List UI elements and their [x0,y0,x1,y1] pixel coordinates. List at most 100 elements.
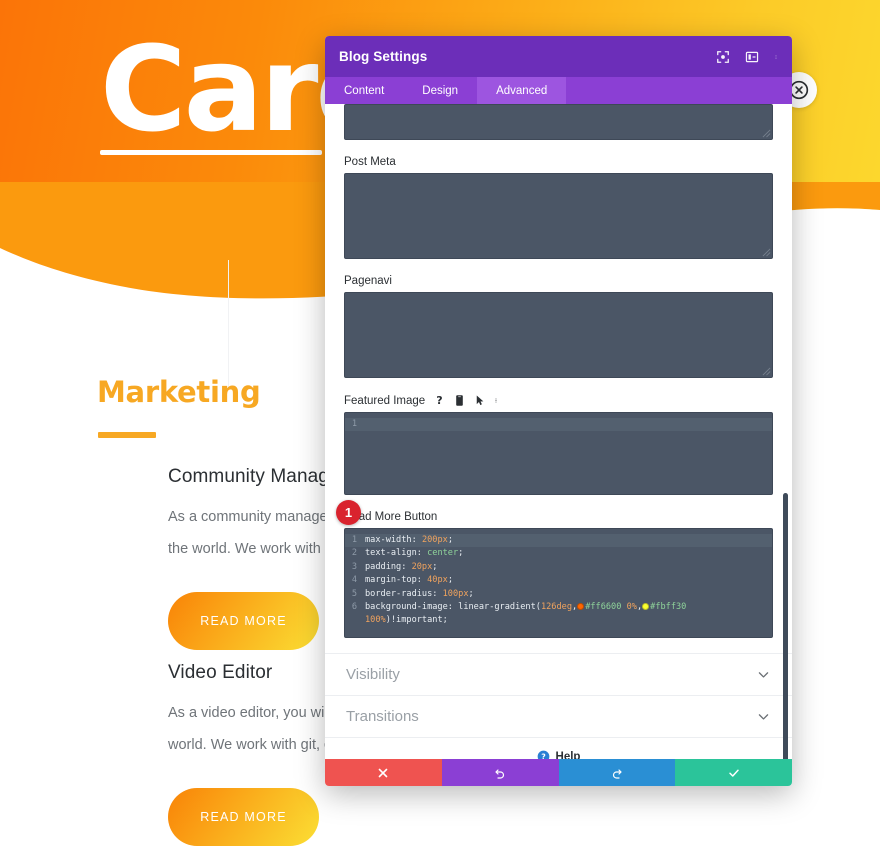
redo-icon [612,768,622,779]
resize-handle-icon[interactable] [762,367,771,376]
css-property: margin-top [365,575,417,586]
field-post-meta: Post Meta [344,155,773,259]
css-semicolon: ; [458,548,464,559]
tab-design[interactable]: Design [403,77,477,104]
modal-scroll-area: Post Meta Pagenavi Featured Image ? 1 Re… [325,104,792,759]
line-number-blank [345,614,365,627]
help-row[interactable]: ? Help [325,737,792,759]
code-line: 6 background-image: linear-gradient(126d… [345,601,772,614]
chevron-down-icon[interactable] [757,668,770,681]
line-number: 2 [351,548,357,559]
resize-handle-icon[interactable] [762,129,771,138]
css-color-2: #fbff30 [650,602,687,613]
layout-icon[interactable] [745,50,759,64]
read-more-button[interactable]: READ MORE [168,788,319,847]
read-more-code-editor[interactable]: 1 max-width: 200px; 2 text-align: center… [344,528,773,638]
css-colon: : [411,535,422,545]
field-read-more-button: Read More Button 1 max-width: 200px; 2 t… [344,510,773,638]
css-semicolon: ; [468,588,474,599]
featured-image-code-editor[interactable]: 1 [344,412,773,495]
code-content: max-width: 200px; [365,534,453,547]
step-badge-1: 1 [336,500,361,525]
chevron-down-icon[interactable] [757,710,770,723]
undo-button[interactable] [441,759,559,786]
css-color-1: #ff6600 [585,602,622,613]
tab-advanced[interactable]: Advanced [477,77,567,104]
accordion-visibility[interactable]: Visibility [325,653,792,695]
css-colon: : [432,588,443,599]
featured-image-label-row: Featured Image ? [344,393,773,407]
section-heading: Marketing [97,375,261,409]
css-value: 200px [421,535,448,545]
css-angle: 126deg [540,602,572,613]
line-number: 1 [351,419,357,429]
code-content: text-align: center; [365,547,463,560]
accordion-transitions[interactable]: Transitions [325,695,792,737]
kebab-menu-icon[interactable] [774,50,778,64]
code-content: background-image: linear-gradient(126deg… [365,601,686,614]
close-icon [379,768,388,777]
code-content: margin-top: 40px; [365,574,453,587]
code-line-continuation: 100%)!important; [345,614,772,627]
css-semicolon: ; [447,535,453,545]
code-content: 100%)!important; [365,614,448,627]
css-function: linear-gradient [458,602,536,613]
accordion-label: Transitions [346,708,419,725]
help-circle-icon: ? [537,750,549,759]
modal-footer [325,759,792,786]
css-colon: : [401,561,412,572]
target-icon[interactable] [716,50,730,64]
line-number: 6 [351,602,357,613]
read-more-button[interactable]: READ MORE [168,592,319,651]
css-value: center [427,548,459,559]
help-icon[interactable]: ? [434,394,445,407]
field-label: Post Meta [344,156,396,168]
css-stop-1: 0% [626,602,637,613]
section-divider [98,432,156,438]
kebab-menu-icon[interactable] [494,394,498,407]
post-meta-textarea[interactable] [344,173,773,259]
read-more-label-row: Read More Button [344,510,773,523]
field-label: Pagenavi [344,275,392,287]
hero-divider [100,150,322,155]
cancel-button[interactable] [325,759,442,786]
field-pagenavi: Pagenavi [344,274,773,378]
color-swatch-orange[interactable] [577,603,585,611]
post-title-textarea[interactable] [344,104,773,140]
line-number: 1 [351,535,357,545]
save-button[interactable] [675,759,792,786]
css-semicolon: ; [432,561,438,572]
pagenavi-label-row: Pagenavi [344,274,773,287]
undo-icon [495,768,505,779]
help-label: Help [555,750,581,760]
code-line: 1 max-width: 200px; [345,534,772,548]
css-property: background-image [365,602,448,613]
code-line: 1 [345,418,772,432]
color-swatch-yellow[interactable] [642,603,650,611]
blog-settings-modal: Blog Settings Content Design Advanced Po… [325,36,792,786]
field-featured-image: Featured Image ? 1 [344,393,773,495]
css-important: )!important; [385,615,448,626]
tab-content[interactable]: Content [325,77,403,104]
css-property: padding [365,561,402,572]
code-content: padding: 20px; [365,561,437,574]
code-line: 2 text-align: center; [345,547,772,560]
field-label: Featured Image [344,394,426,407]
css-property: max-width [365,535,412,545]
css-colon: : [447,602,459,613]
svg-text:?: ? [541,752,546,759]
redo-button[interactable] [558,759,676,786]
css-colon: : [416,575,428,586]
resize-handle-icon[interactable] [762,248,771,257]
pagenavi-textarea[interactable] [344,292,773,378]
code-line: 4 margin-top: 40px; [345,574,772,587]
mobile-icon[interactable] [454,394,465,407]
modal-title: Blog Settings [339,49,428,64]
hover-pointer-icon[interactable] [474,394,485,407]
line-number: 4 [351,575,357,586]
post-meta-label-row: Post Meta [344,155,773,168]
code-line: 3 padding: 20px; [345,561,772,574]
modal-scrollbar[interactable] [783,493,788,759]
svg-text:?: ? [436,394,442,407]
modal-header-actions [716,50,778,64]
